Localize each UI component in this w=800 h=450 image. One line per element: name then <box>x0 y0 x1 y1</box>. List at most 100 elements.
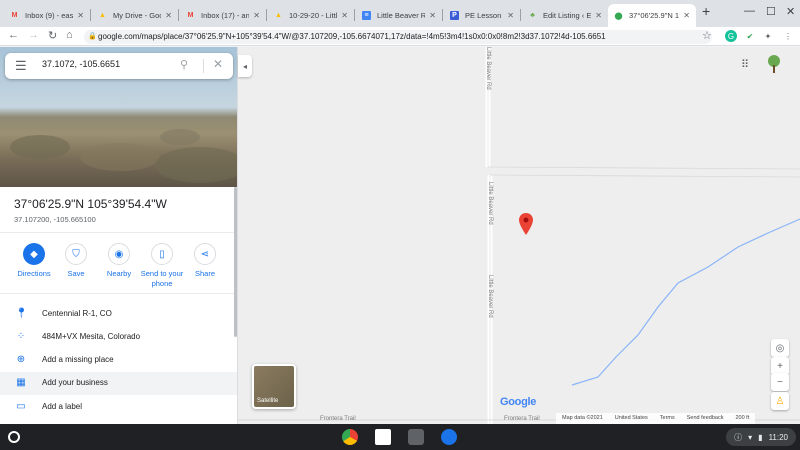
launcher-icon[interactable] <box>8 431 20 443</box>
add-business-row[interactable]: ▦ Add your business <box>0 372 237 395</box>
detail-text: Centennial R-1, CO <box>42 309 112 318</box>
tab-google-maps[interactable]: ⬤ 37°06'25.9"N 1 ✕ <box>608 4 696 27</box>
tab-little-beaver-doc[interactable]: ≡ Little Beaver Ro ✕ <box>356 4 442 27</box>
files-icon[interactable] <box>441 429 457 445</box>
maps-pin-icon: ⬤ <box>614 12 623 20</box>
menu-dots-icon[interactable]: ⋮ <box>782 30 794 42</box>
tab-gmail-inbox-17[interactable]: M Inbox (17) - and ✕ <box>180 4 266 27</box>
apps-grid-icon[interactable]: ⠿ <box>741 58 749 71</box>
send-to-phone-label: Send to your phone <box>140 269 184 288</box>
maximize-icon[interactable]: ☐ <box>766 5 776 18</box>
battery-icon: ▮ <box>758 432 763 442</box>
send-feedback-link[interactable]: Send feedback <box>681 413 730 424</box>
tab-title: Edit Listing ‹ Ec <box>543 11 592 20</box>
tab-title: PE Lesson #1 <box>465 11 503 20</box>
terms-link[interactable]: Terms <box>654 413 681 424</box>
bottom-road-label: Frontera Trail <box>320 416 356 422</box>
close-tab-icon[interactable]: ✕ <box>507 11 514 20</box>
chrome-icon[interactable] <box>342 429 358 445</box>
close-icon[interactable]: ✕ <box>213 57 223 71</box>
detail-text: Add a missing place <box>42 355 114 364</box>
panel-scrollbar[interactable] <box>234 187 237 337</box>
bookmark-icon: ⛉ <box>65 243 87 265</box>
add-label-row[interactable]: ▭ Add a label <box>0 396 237 419</box>
send-to-phone-icon: ▯ <box>151 243 173 265</box>
drive-icon: ▲ <box>99 12 106 19</box>
menu-icon[interactable]: ☰ <box>15 58 27 74</box>
letter-p-icon: P <box>450 11 459 20</box>
docs-icon: ≡ <box>362 11 371 20</box>
share-button[interactable]: ⋖ Share <box>182 243 228 279</box>
place-subtitle: 37.107200, -105.665100 <box>14 215 96 224</box>
zoom-out-button[interactable]: − <box>771 373 789 391</box>
tab-title: Little Beaver Ro <box>377 11 426 20</box>
checkmark-extension-icon[interactable]: ✔ <box>744 30 756 42</box>
address-bar[interactable]: 🔒 google.com/maps/place/37°06'25.9"N+105… <box>84 30 712 44</box>
bookmark-star-icon[interactable]: ☆ <box>702 29 712 42</box>
tab-title: 10-29-20 - Little <box>289 11 338 20</box>
info-icon: ⓘ <box>734 432 743 442</box>
files-app-icon[interactable] <box>408 429 424 445</box>
my-location-button[interactable]: ◎ <box>771 339 789 357</box>
tab-edit-listing[interactable]: ♣ Edit Listing ‹ Ec ✕ <box>522 4 608 27</box>
tab-gmail-inbox-9[interactable]: M Inbox (9) - easy ✕ <box>4 4 90 27</box>
gmail-icon: M <box>187 12 194 19</box>
add-missing-place-row[interactable]: ⊕ Add a missing place <box>0 349 237 372</box>
add-business-icon: ▦ <box>16 377 26 388</box>
close-tab-icon[interactable]: ✕ <box>253 11 260 20</box>
scale-text[interactable]: 200 ft <box>729 413 755 424</box>
add-place-icon: ⊕ <box>16 354 26 365</box>
tab-drive-doc[interactable]: ▲ 10-29-20 - Little ✕ <box>268 4 354 27</box>
satellite-label: Satellite <box>257 398 279 404</box>
location-pin-icon: 📍︎ <box>15 308 28 319</box>
close-tab-icon[interactable]: ✕ <box>683 11 690 20</box>
reload-icon[interactable]: ↻ <box>48 29 57 42</box>
drive-icon: ▲ <box>275 12 282 19</box>
close-tab-icon[interactable]: ✕ <box>165 11 172 20</box>
tab-title: Inbox (9) - easy <box>25 11 74 20</box>
map-canvas[interactable]: Little Beaver Rd Little Beaver Rd Little… <box>238 47 800 424</box>
detail-text: Add your business <box>42 378 108 387</box>
map-pin-icon[interactable] <box>519 213 533 235</box>
share-label: Share <box>194 269 215 278</box>
save-button[interactable]: ⛉ Save <box>53 243 99 279</box>
new-tab-button[interactable]: + <box>702 3 710 19</box>
nearby-button[interactable]: ◉ Nearby <box>96 243 142 279</box>
search-icon[interactable]: ⚲ <box>180 58 188 71</box>
close-tab-icon[interactable]: ✕ <box>429 11 436 20</box>
bottom-road-label-right: Frontera Trail <box>504 416 540 422</box>
close-tab-icon[interactable]: ✕ <box>341 11 348 20</box>
detail-row-area[interactable]: 📍︎ Centennial R-1, CO <box>0 303 237 326</box>
share-icon: ⋖ <box>194 243 216 265</box>
plus-code-icon: ⁘ <box>16 331 26 342</box>
grammarly-extension-icon[interactable]: G <box>725 30 737 42</box>
tab-my-drive[interactable]: ▲ My Drive - Goo ✕ <box>92 4 178 27</box>
collapse-panel-button[interactable]: ◂ <box>238 55 252 77</box>
directions-icon: ◆ <box>23 243 45 265</box>
gmail-icon[interactable] <box>375 429 391 445</box>
directions-button[interactable]: ◆ Directions <box>11 243 57 279</box>
send-to-phone-button[interactable]: ▯ Send to your phone <box>139 243 185 289</box>
home-icon[interactable]: ⌂ <box>66 29 73 41</box>
map-attribution: Map data ©2021 United States Terms Send … <box>556 413 756 424</box>
back-icon[interactable]: ← <box>8 29 19 41</box>
close-tab-icon[interactable]: ✕ <box>595 11 602 20</box>
extensions-puzzle-icon[interactable]: ✦ <box>762 30 774 42</box>
tab-pe-lesson[interactable]: P PE Lesson #1 ✕ <box>444 4 520 27</box>
detail-text: Add a label <box>42 402 83 411</box>
tree-icon: ♣ <box>530 12 535 19</box>
tree-logo-icon[interactable] <box>766 55 782 73</box>
close-window-icon[interactable]: ✕ <box>786 5 795 18</box>
tab-title: 37°06'25.9"N 1 <box>629 11 680 20</box>
satellite-layer-toggle[interactable]: Satellite <box>252 364 296 409</box>
minimize-icon[interactable]: — <box>744 5 755 17</box>
forward-icon[interactable]: → <box>28 29 39 41</box>
detail-row-plus-code[interactable]: ⁘ 484M+VX Mesita, Colorado <box>0 326 237 349</box>
system-tray[interactable]: ⓘ ▾ ▮ 11:20 <box>726 428 796 446</box>
gmail-icon: M <box>11 12 18 19</box>
close-tab-icon[interactable]: ✕ <box>77 11 84 20</box>
pegman-icon[interactable]: ♙ <box>771 392 789 410</box>
road-label-lower: Little Beaver Rd <box>487 275 493 318</box>
map-data-text: Map data ©2021 <box>562 415 603 421</box>
search-input[interactable] <box>42 59 172 69</box>
